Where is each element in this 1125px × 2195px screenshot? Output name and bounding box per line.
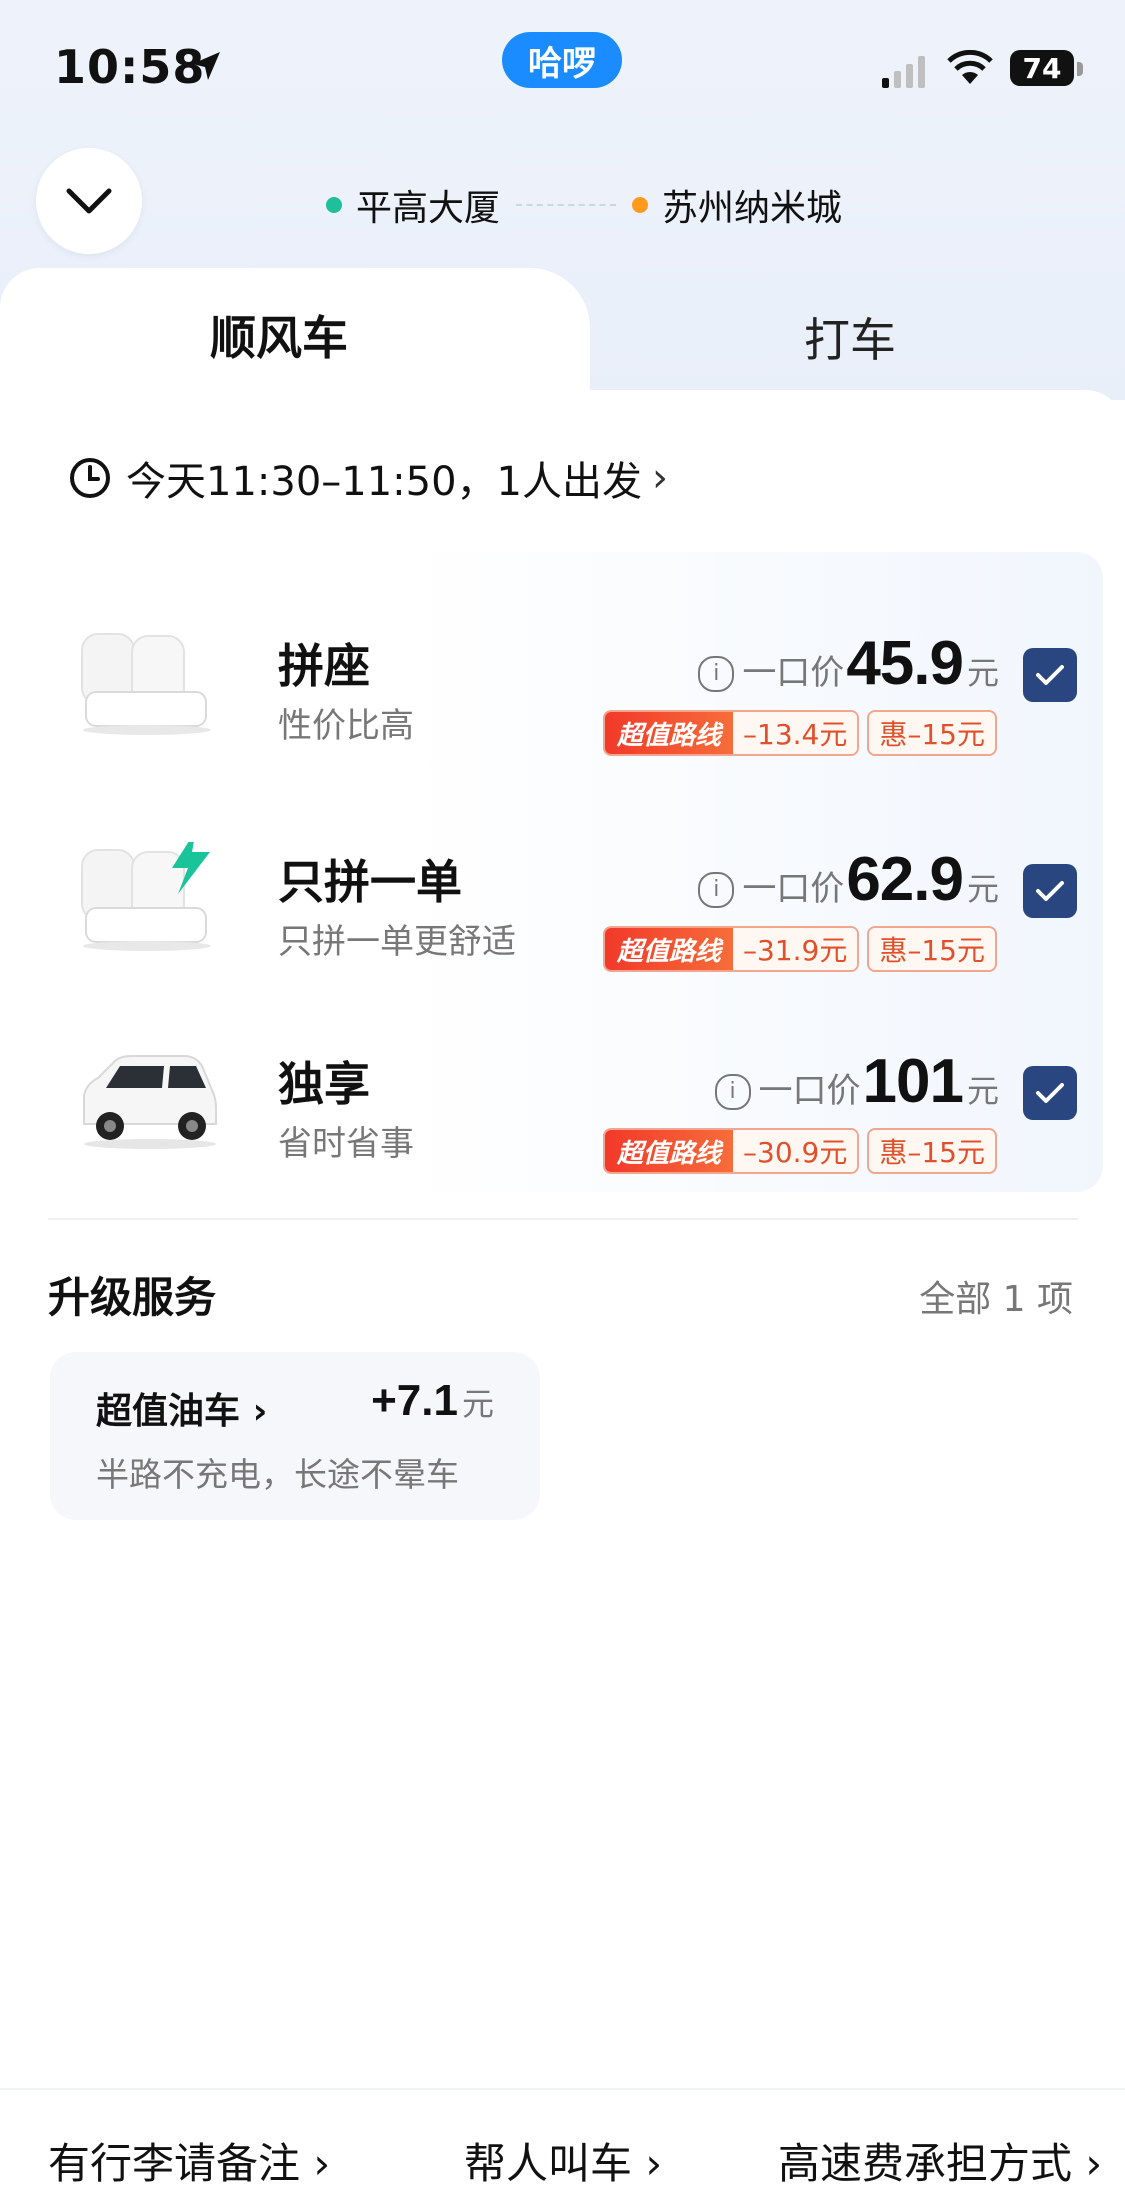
service-tabs: 顺风车 打车 — [0, 268, 1125, 408]
toll-payment-button[interactable]: 高速费承担方式 › — [778, 2130, 1102, 2191]
bottom-action-bar: 有行李请备注 › 帮人叫车 › 高速费承担方式 › — [0, 2088, 1125, 2195]
option-checkbox[interactable] — [1023, 864, 1077, 918]
upgrade-description: 半路不充电，长途不晕车 — [96, 1455, 459, 1494]
price-label: 一口价 — [742, 869, 845, 909]
departure-time-selector[interactable]: 今天11:30–11:50，1人出发 › — [68, 448, 668, 508]
status-bar: 10:58 哈啰 74 — [0, 0, 1125, 140]
checkmark-icon — [1036, 665, 1064, 685]
tab-dache[interactable]: 打车 — [804, 304, 896, 370]
ride-option-pinzuo[interactable]: 拼座 性价比高 i 一口价 45.9 元 超值路线 –13.4元 惠–15元 — [0, 590, 1125, 780]
call-for-others-button[interactable]: 帮人叫车 › — [464, 2130, 662, 2191]
discount-tags: 超值路线 –13.4元 惠–15元 — [602, 710, 997, 756]
chevron-right-icon: › — [652, 455, 668, 501]
price-unit: 元 — [966, 654, 999, 692]
wifi-icon — [947, 50, 993, 84]
collapse-button[interactable] — [36, 148, 142, 254]
origin-label: 平高大厦 — [356, 188, 501, 229]
value-route-tag: 超值路线 –31.9元 — [602, 926, 860, 972]
battery-tip — [1077, 62, 1083, 76]
upgrade-price-value: +7.1 — [371, 1376, 458, 1425]
upgrade-name[interactable]: 超值油车 › — [96, 1382, 267, 1434]
hui-tag: 惠–15元 — [867, 1128, 997, 1174]
section-divider — [48, 1218, 1078, 1220]
option-title: 拼座 — [278, 639, 370, 693]
tag-discount: –30.9元 — [733, 1130, 858, 1172]
route-line — [516, 204, 617, 206]
clock: 10:58 — [54, 40, 206, 94]
price-value: 101 — [862, 1047, 964, 1116]
discount-tags: 超值路线 –31.9元 惠–15元 — [602, 926, 997, 972]
tag-label: 超值路线 — [604, 928, 733, 970]
app-badge[interactable]: 哈啰 — [502, 32, 622, 88]
tag-label: 超值路线 — [604, 1130, 733, 1172]
option-subtitle: 只拼一单更舒适 — [278, 922, 516, 962]
price-row: i 一口价 62.9 元 — [698, 844, 999, 915]
tab-shunfengche[interactable]: 顺风车 — [210, 302, 348, 368]
option-subtitle: 省时省事 — [278, 1124, 414, 1164]
upgrade-price: +7.1 元 — [371, 1376, 494, 1426]
upgrade-price-unit: 元 — [461, 1386, 494, 1422]
hui-tag: 惠–15元 — [867, 710, 997, 756]
option-checkbox[interactable] — [1023, 648, 1077, 702]
origin-dot — [326, 197, 342, 213]
departure-text: 今天11:30–11:50，1人出发 — [126, 459, 642, 505]
tag-discount: –13.4元 — [733, 712, 858, 754]
clock-icon — [70, 458, 110, 498]
option-title: 只拼一单 — [278, 855, 462, 909]
upgrade-card[interactable]: 超值油车 › +7.1 元 半路不充电，长途不晕车 — [50, 1352, 540, 1520]
destination-label: 苏州纳米城 — [662, 188, 843, 229]
route-summary[interactable]: 平高大厦 苏州纳米城 — [326, 180, 842, 230]
tag-label: 超值路线 — [604, 712, 733, 754]
upgrade-name-text: 超值油车 — [96, 1391, 241, 1432]
option-title: 独享 — [278, 1057, 370, 1111]
ride-option-zhipinyidan[interactable]: 只拼一单 只拼一单更舒适 i 一口价 62.9 元 超值路线 –31.9元 惠–… — [0, 806, 1125, 996]
value-route-tag: 超值路线 –13.4元 — [602, 710, 860, 756]
info-icon[interactable]: i — [698, 871, 735, 908]
price-row: i 一口价 45.9 元 — [698, 628, 999, 699]
price-label: 一口价 — [742, 653, 845, 693]
checkmark-icon — [1036, 881, 1064, 901]
price-label: 一口价 — [758, 1071, 861, 1111]
upgrade-view-all[interactable]: 全部 1 项 — [919, 1270, 1073, 1322]
hui-tag: 惠–15元 — [867, 926, 997, 972]
price-row: i 一口价 101 元 — [714, 1046, 999, 1117]
chevron-right-icon: › — [252, 1391, 268, 1432]
tag-discount: –31.9元 — [733, 928, 858, 970]
luggage-note-button[interactable]: 有行李请备注 › — [48, 2130, 330, 2191]
seat-lightning-icon — [81, 842, 211, 951]
info-icon[interactable]: i — [698, 655, 735, 692]
signal-icon — [882, 54, 925, 88]
option-subtitle: 性价比高 — [278, 706, 414, 746]
value-route-tag: 超值路线 –30.9元 — [602, 1128, 860, 1174]
price-value: 45.9 — [846, 629, 964, 698]
location-arrow-icon — [192, 52, 220, 80]
checkmark-icon — [1036, 1083, 1064, 1103]
info-icon[interactable]: i — [714, 1073, 751, 1110]
discount-tags: 超值路线 –30.9元 惠–15元 — [602, 1128, 997, 1174]
ride-option-duxiang[interactable]: 独享 省时省事 i 一口价 101 元 超值路线 –30.9元 惠–15元 — [0, 1008, 1125, 1198]
option-checkbox[interactable] — [1023, 1066, 1077, 1120]
price-value: 62.9 — [846, 845, 964, 914]
price-unit: 元 — [966, 870, 999, 908]
battery-icon: 74 — [1010, 50, 1074, 86]
car-icon — [83, 1055, 217, 1149]
upgrade-section-title: 升级服务 — [48, 1273, 217, 1322]
destination-dot — [632, 197, 649, 213]
seat-icon — [81, 633, 211, 735]
chevron-down-icon — [66, 188, 112, 214]
price-unit: 元 — [966, 1072, 999, 1110]
